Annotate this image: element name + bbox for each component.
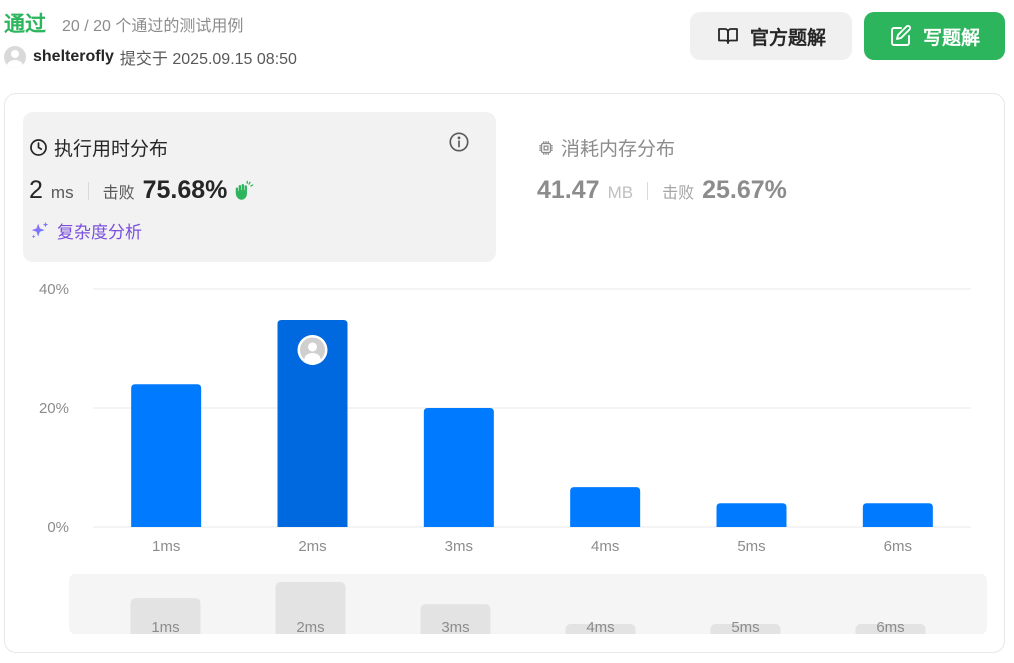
status-accepted: 通过 [4,13,46,36]
clock-icon [30,139,47,156]
avatar[interactable] [4,46,26,68]
runtime-value: 2 [29,176,43,204]
edit-icon [891,25,911,46]
complexity-analysis-link[interactable]: 复杂度分析 [29,218,142,243]
user-position-avatar-head [308,342,317,352]
memory-title-text: 消耗内存分布 [561,139,676,160]
runtime-title: 执行用时分布 [29,134,168,161]
y-tick-label: 40% [39,281,69,298]
x-tick-label: 6ms [884,538,912,555]
memory-unit: MB [607,183,634,202]
bar[interactable] [570,487,641,527]
book-icon [718,28,738,44]
user-position-avatar-body [304,352,321,365]
chip-icon [539,140,553,155]
chart-overview-scrollbar[interactable]: 1ms 2ms 3ms 4ms 5ms 6ms [69,574,987,634]
bar[interactable] [131,384,202,527]
overview-label: 3ms [441,619,469,634]
official-solution-label: 官方题解 [749,27,826,49]
overview-label: 5ms [731,619,759,634]
overview-label: 1ms [151,619,179,634]
x-tick-label: 3ms [445,538,473,555]
runtime-unit: ms [50,183,74,202]
memory-beat-label: 击败 [662,185,695,202]
metric-divider [87,181,89,200]
overview-label: 6ms [876,619,904,634]
memory-beat-value: 25.67% [702,176,787,204]
x-tick-label: 2ms [298,538,326,555]
bar[interactable] [716,503,787,527]
memory-title[interactable]: 消耗内存分布 [537,134,675,161]
x-tick-label: 1ms [152,538,180,555]
x-tick-label: 5ms [737,538,765,555]
complexity-label: 复杂度分析 [57,223,142,242]
bar[interactable] [862,503,933,527]
y-tick-label: 20% [39,400,69,417]
memory-metric: 41.47 MB 击败 25.67% [537,176,787,205]
overview-label: 2ms [296,619,324,634]
runtime-metric: 2 ms 击败 75.68% [29,176,255,205]
runtime-distribution-chart[interactable]: 0% 20% 40% 1ms 2ms 3ms 4ms 5ms 6ms [5,272,1005,562]
clap-icon [236,180,254,200]
submitter-row: shelterofly 提交于 2025.09.15 08:50 [4,46,297,68]
sparkle-icon [31,221,49,238]
runtime-title-text: 执行用时分布 [54,139,169,160]
runtime-beat-label: 击败 [102,185,135,202]
overview-label: 4ms [586,619,614,634]
y-tick-label: 0% [47,519,69,536]
x-tick-label: 4ms [591,538,619,555]
metric-divider [647,181,649,200]
tests-passed: 20 / 20 个通过的测试用例 [62,18,244,35]
memory-value: 41.47 [537,176,600,204]
username[interactable]: shelterofly [33,48,114,66]
official-solution-button[interactable]: 官方题解 [690,12,852,60]
distribution-panel: 执行用时分布 2 ms 击败 75.68% 复杂度分析 消耗内存分布 41.47… [4,93,1005,653]
info-icon[interactable] [448,131,470,153]
submit-time: 提交于 2025.09.15 08:50 [119,51,297,68]
bar[interactable] [423,408,494,527]
runtime-beat-value: 75.68% [142,176,228,204]
submission-header: 通过 20 / 20 个通过的测试用例 shelterofly 提交于 2025… [0,0,1014,80]
write-solution-label: 写题解 [922,27,980,49]
write-solution-button[interactable]: 写题解 [864,12,1005,60]
